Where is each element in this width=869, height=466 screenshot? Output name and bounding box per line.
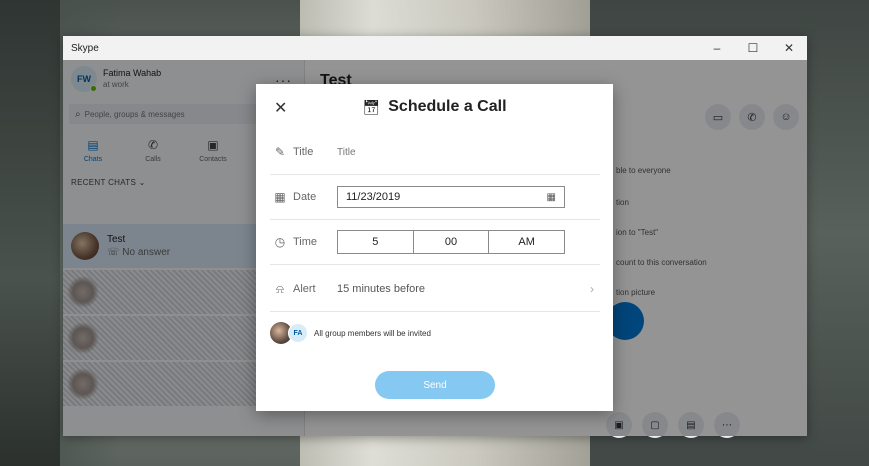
date-label: Date: [293, 191, 317, 203]
pencil-icon: ✎: [274, 145, 286, 159]
maximize-button[interactable]: ☐: [735, 36, 771, 60]
title-row: ✎ Title: [270, 130, 600, 175]
bell-icon: ⍾: [276, 281, 284, 296]
alert-value: 15 minutes before: [337, 283, 426, 295]
date-picker[interactable]: 11/23/2019 ▦: [337, 186, 565, 208]
time-period[interactable]: AM: [488, 231, 564, 253]
invite-info: FA All group members will be invited: [270, 322, 431, 344]
time-row: ◷ Time 5 00 AM: [270, 220, 600, 265]
wallpaper-left-shade: [0, 0, 60, 466]
chevron-right-icon: ›: [590, 282, 594, 296]
alert-label: Alert: [293, 283, 316, 295]
window-controls: – ☐ ✕: [699, 36, 807, 60]
calendar-picker-icon: ▦: [546, 191, 556, 203]
date-value: 11/23/2019: [346, 191, 401, 203]
calendar-icon: 📅︎: [362, 98, 381, 115]
dialog-header: 📅︎ Schedule a Call: [256, 98, 613, 116]
title-input[interactable]: [337, 146, 537, 158]
date-row: ▦ Date 11/23/2019 ▦: [270, 175, 600, 220]
title-label: Title: [293, 146, 314, 158]
calendar-icon: ▦: [274, 190, 286, 204]
alert-row[interactable]: ⍾ Alert 15 minutes before ›: [270, 267, 600, 312]
avatar: FA: [288, 323, 308, 343]
time-label: Time: [293, 236, 318, 248]
schedule-call-dialog: ✕ 📅︎ Schedule a Call ✎ Title ▦ Date 11/2…: [256, 84, 613, 411]
title-bar: Skype – ☐ ✕: [63, 36, 807, 60]
clock-icon: ◷: [274, 235, 286, 249]
send-button[interactable]: Send: [375, 371, 495, 399]
time-picker[interactable]: 5 00 AM: [337, 230, 565, 254]
time-hour[interactable]: 5: [338, 231, 413, 253]
time-minute[interactable]: 00: [412, 231, 489, 253]
close-window-button[interactable]: ✕: [771, 36, 807, 60]
dialog-title: Schedule a Call: [388, 98, 507, 115]
app-title: Skype: [71, 42, 99, 54]
invite-text: All group members will be invited: [314, 328, 431, 338]
minimize-button[interactable]: –: [699, 36, 735, 60]
